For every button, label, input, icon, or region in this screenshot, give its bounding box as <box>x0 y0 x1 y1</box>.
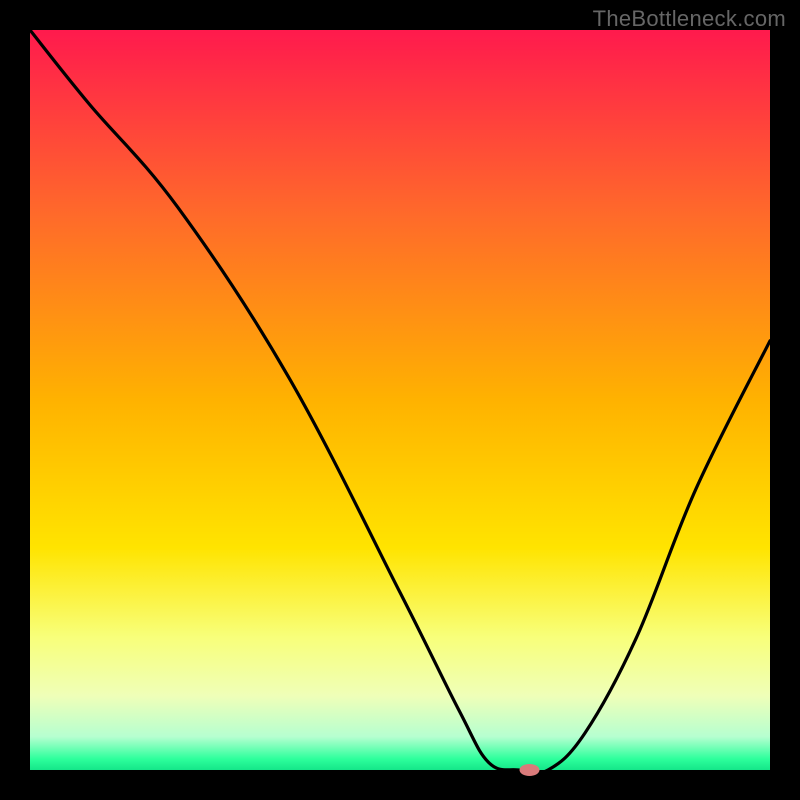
plot-background <box>30 30 770 770</box>
chart-svg <box>0 0 800 800</box>
chart-container: { "watermark": "TheBottleneck.com", "cha… <box>0 0 800 800</box>
watermark-text: TheBottleneck.com <box>593 6 786 32</box>
optimum-marker <box>520 764 540 776</box>
